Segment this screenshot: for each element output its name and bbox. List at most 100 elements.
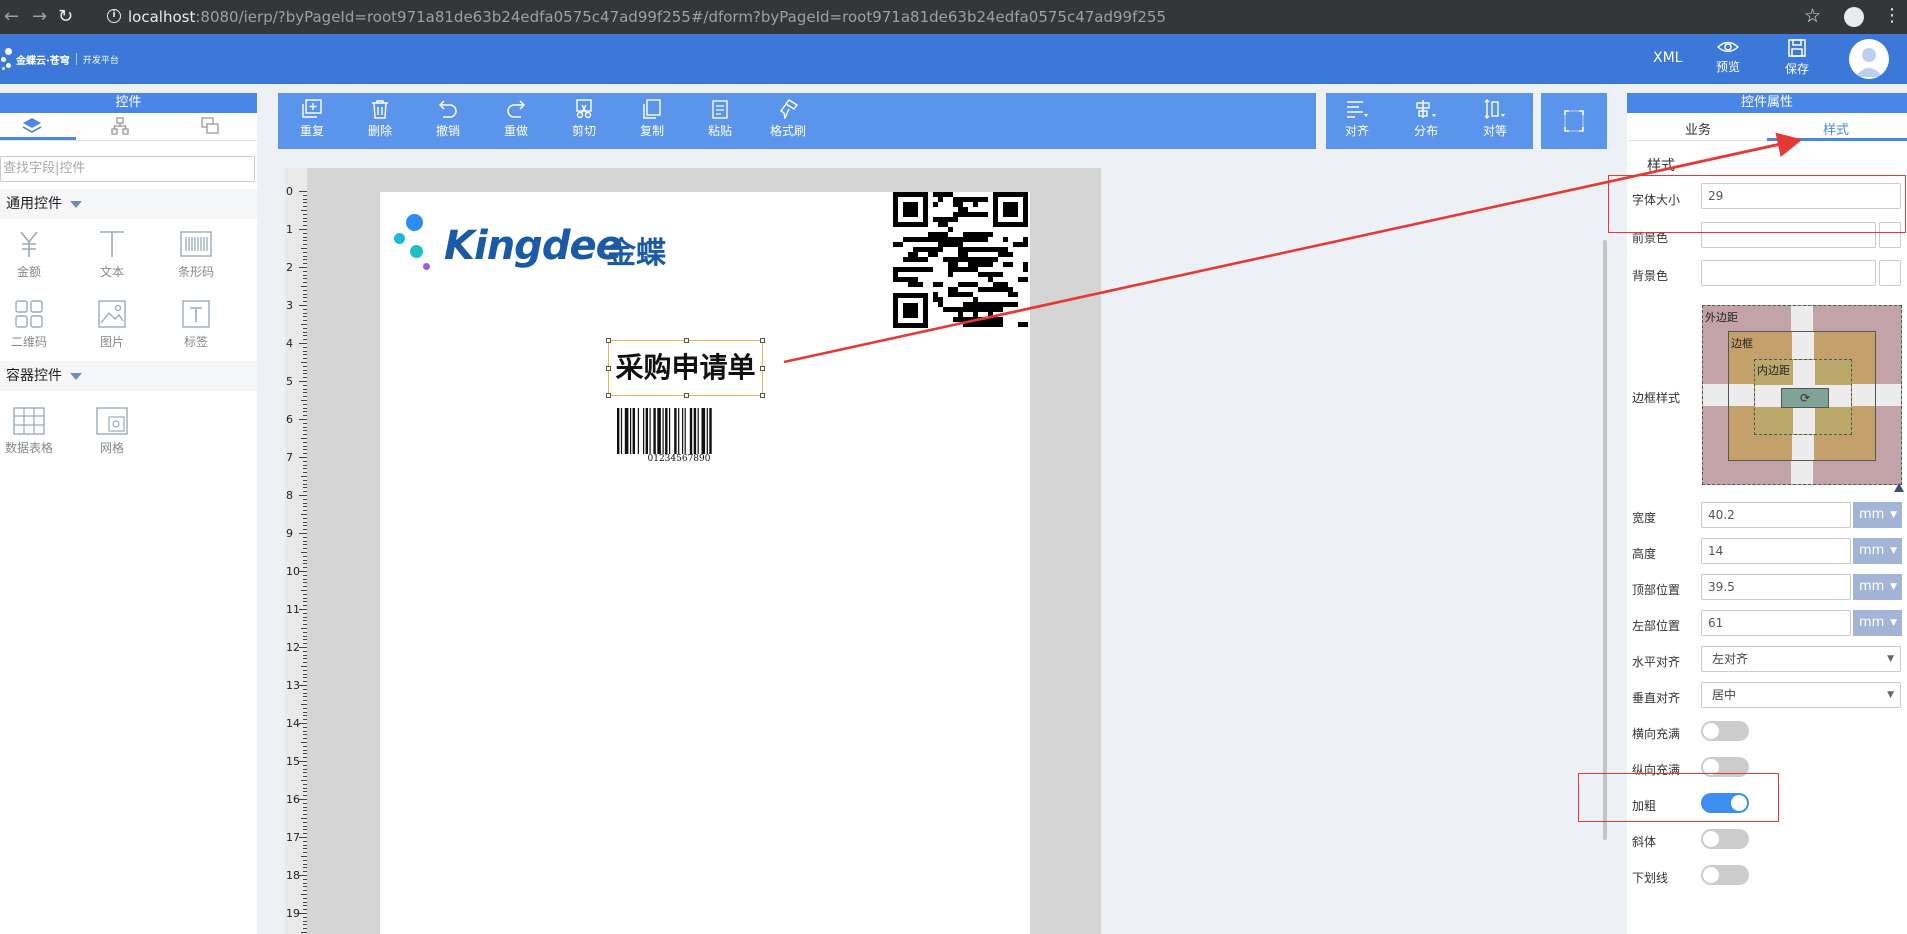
xml-button[interactable]: XML	[1653, 50, 1682, 66]
underline-toggle[interactable]	[1701, 865, 1749, 885]
vertical-fill-toggle[interactable]	[1701, 757, 1749, 777]
qr-module	[948, 242, 953, 247]
redo-button[interactable]: 重做	[493, 99, 539, 139]
print-page[interactable]: Kingdee 金蝶 采购申请单 01234567890	[380, 192, 1030, 934]
qr-module	[968, 317, 973, 322]
canvas-scrollbar[interactable]	[1603, 240, 1607, 840]
back-icon[interactable]: ←	[4, 6, 19, 28]
content-box[interactable]: ⟳	[1781, 388, 1829, 408]
font-size-input[interactable]: 29	[1701, 183, 1901, 209]
format-painter-button[interactable]: 格式刷	[765, 99, 811, 139]
resize-handle[interactable]	[760, 366, 765, 371]
resize-handle[interactable]	[606, 366, 611, 371]
layers-tab[interactable]	[22, 117, 42, 138]
menu-kebab-icon[interactable]: ⋮	[1883, 5, 1901, 26]
tab-style[interactable]: 样式	[1823, 119, 1849, 138]
avatar[interactable]	[1849, 39, 1889, 79]
qr-module	[958, 252, 963, 257]
left-unit-select[interactable]: mm ▼	[1853, 610, 1902, 636]
delete-button[interactable]: 删除	[357, 99, 403, 139]
qr-module	[973, 247, 978, 252]
qr-module	[988, 232, 993, 237]
container-controls-section[interactable]: 容器控件	[0, 361, 257, 391]
ruler-tick	[303, 529, 307, 531]
bookmark-star-icon[interactable]: ☆	[1804, 5, 1821, 27]
background-color-picker[interactable]	[1879, 260, 1901, 286]
resize-handle[interactable]	[606, 338, 611, 343]
save-button[interactable]: 保存	[1777, 38, 1817, 77]
forward-icon[interactable]: →	[32, 6, 47, 28]
kingdee-logo[interactable]: Kingdee 金蝶	[394, 214, 674, 284]
width-input[interactable]: 40.2	[1701, 502, 1851, 528]
bold-toggle[interactable]	[1701, 793, 1749, 813]
account-icon[interactable]	[1844, 7, 1864, 27]
control-search-input[interactable]: 查找字段|控件	[0, 156, 255, 182]
control-image[interactable]: 图片	[83, 299, 141, 350]
control-label: 数据表格	[4, 441, 53, 455]
qr-module	[943, 192, 948, 197]
expand-triangle-icon[interactable]	[1894, 483, 1904, 492]
address-bar[interactable]: localhost:8080/ierp/?byPageId=root971a81…	[128, 8, 1166, 26]
paste-button[interactable]: 粘贴	[697, 99, 743, 139]
width-unit-select[interactable]: mm ▼	[1853, 502, 1902, 528]
left-position-input[interactable]: 61	[1701, 610, 1851, 636]
preview-button[interactable]: 预览	[1708, 38, 1748, 75]
qr-code-image[interactable]	[893, 192, 1028, 328]
resize-handle[interactable]	[760, 393, 765, 398]
padding-box[interactable]: 内边距 ⟳	[1754, 359, 1852, 435]
control-grid[interactable]: 网格	[83, 407, 141, 456]
qr-module	[918, 237, 923, 242]
height-unit-select[interactable]: mm ▼	[1853, 538, 1902, 564]
horizontal-align-select[interactable]: 左对齐 ▼	[1701, 646, 1901, 672]
control-barcode[interactable]: 条形码	[167, 229, 225, 280]
control-text[interactable]: 文本	[83, 229, 141, 280]
ruler-tick	[303, 255, 307, 257]
tab-business[interactable]: 业务	[1685, 119, 1711, 138]
distribute-button[interactable]: 分布	[1403, 99, 1449, 139]
vertical-align-select[interactable]: 居中 ▼	[1701, 682, 1901, 708]
foreground-color-picker[interactable]	[1879, 222, 1901, 248]
equalize-button[interactable]: 对等	[1472, 99, 1518, 139]
site-info-icon[interactable]: i	[107, 9, 121, 23]
ruler-tick	[301, 362, 307, 363]
barcode-bar	[645, 408, 648, 454]
align-button[interactable]: 对齐	[1334, 99, 1380, 139]
components-tab[interactable]	[201, 117, 219, 138]
box-model-editor[interactable]: 外边距 边框 内边距 ⟳	[1702, 305, 1902, 485]
horizontal-fill-toggle[interactable]	[1701, 721, 1749, 741]
control-data-table[interactable]: 数据表格	[0, 407, 58, 456]
border-box[interactable]: 边框 内边距 ⟳	[1728, 331, 1876, 461]
barcode-element[interactable]: 01234567890	[617, 408, 741, 464]
ruler-tick	[299, 837, 307, 838]
cut-button[interactable]: 剪切	[561, 99, 607, 139]
duplicate-button[interactable]: 重复	[289, 99, 335, 139]
resize-handle[interactable]	[684, 393, 689, 398]
control-qrcode[interactable]: 二维码	[0, 299, 58, 350]
italic-toggle[interactable]	[1701, 829, 1749, 849]
design-canvas[interactable]: 0 1 2 3 4 5 6 7 8 9 10 11 12 13 14 15 16 17 18 19 Kingdee 金…	[285, 168, 1101, 934]
qr-module	[1003, 202, 1018, 217]
fullscreen-button[interactable]	[1541, 93, 1607, 149]
control-amount[interactable]: 金额	[0, 229, 58, 280]
qr-module	[958, 292, 963, 297]
resize-handle[interactable]	[760, 338, 765, 343]
ruler-tick	[303, 540, 307, 542]
top-unit-select[interactable]: mm ▼	[1853, 574, 1902, 600]
reset-icon[interactable]: ⟳	[1800, 391, 1810, 405]
resize-handle[interactable]	[606, 393, 611, 398]
qr-module	[943, 217, 948, 222]
general-controls-section[interactable]: 通用控件	[0, 189, 257, 219]
foreground-color-input[interactable]	[1701, 222, 1876, 248]
qr-module	[943, 307, 948, 312]
tree-tab[interactable]	[111, 117, 129, 138]
resize-handle[interactable]	[684, 338, 689, 343]
control-label-tag[interactable]: 标签	[167, 299, 225, 350]
top-position-input[interactable]: 39.5	[1701, 574, 1851, 600]
undo-button[interactable]: 撤销	[425, 99, 471, 139]
copy-button[interactable]: 复制	[629, 99, 675, 139]
reload-icon[interactable]: ↻	[58, 6, 73, 28]
background-color-input[interactable]	[1701, 260, 1876, 286]
selected-title-label[interactable]: 采购申请单	[606, 338, 765, 398]
qr-module	[953, 317, 958, 322]
height-input[interactable]: 14	[1701, 538, 1851, 564]
